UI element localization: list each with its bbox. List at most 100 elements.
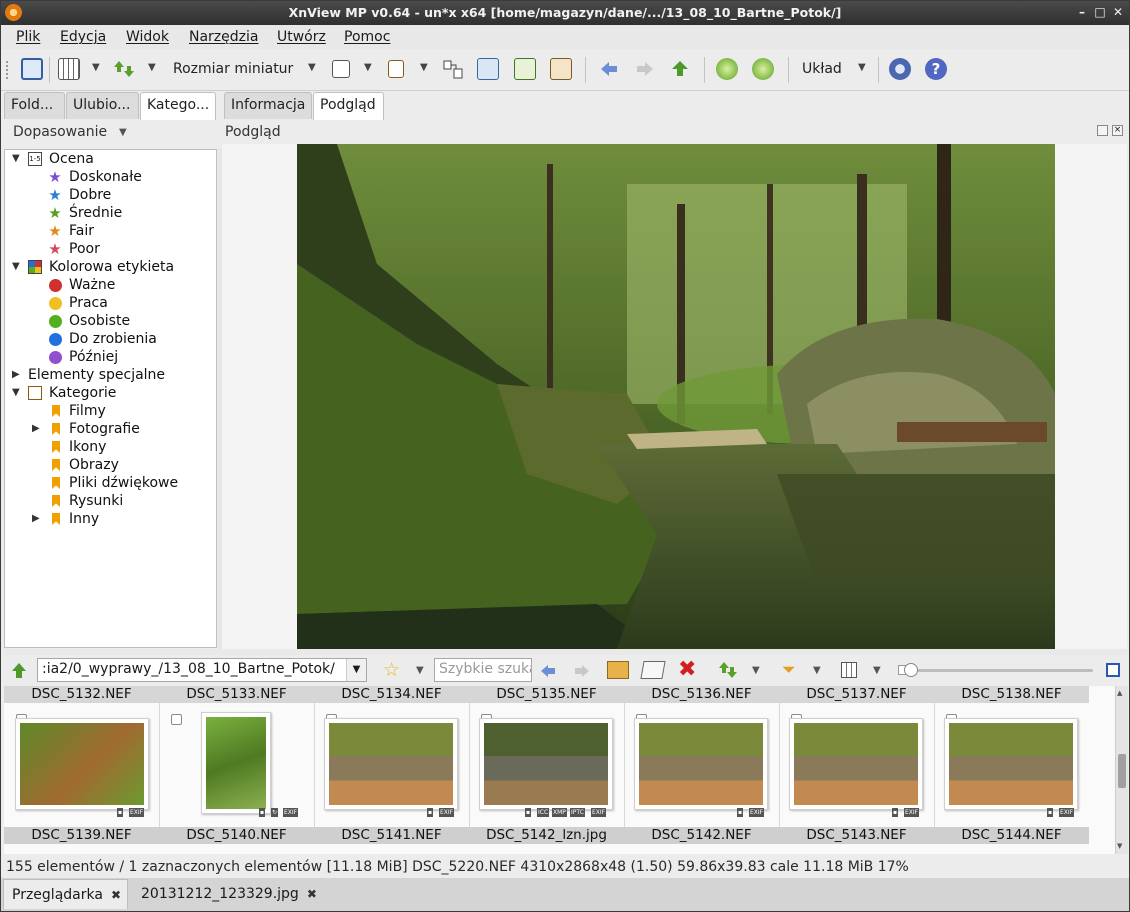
expand-arrow-icon[interactable]: ▼	[12, 387, 20, 398]
float-panel-icon[interactable]	[1097, 125, 1108, 136]
view-mode-icon[interactable]	[841, 662, 857, 678]
menu-widok[interactable]: Widok	[126, 29, 169, 45]
menu-edycja[interactable]: Edycja	[60, 29, 106, 45]
thumbnail-size-slider-handle[interactable]	[904, 663, 918, 677]
thumbnail-image[interactable]	[944, 718, 1078, 810]
new-folder-icon[interactable]	[607, 661, 629, 679]
tree-item-excellent[interactable]: Doskonałe	[69, 168, 142, 186]
rating-dropdown-arrow[interactable]: ▼	[364, 62, 372, 73]
tree-item-work[interactable]: Praca	[69, 294, 108, 312]
thumbnail-name[interactable]: DSC_5144.NEF	[934, 827, 1089, 844]
close-tab-icon[interactable]: ✖	[307, 887, 317, 901]
expand-arrow-icon[interactable]: ▼	[12, 261, 20, 272]
thumbnail-name[interactable]: DSC_5141.NEF	[314, 827, 469, 844]
previous-arrow-icon[interactable]	[598, 58, 620, 80]
scroll-up-arrow-icon[interactable]: ▲	[1117, 689, 1122, 697]
thumbnail-checkbox[interactable]	[171, 714, 182, 725]
rating-icon[interactable]	[332, 60, 350, 78]
large-thumb-icon[interactable]	[1106, 663, 1120, 677]
sort-icon[interactable]	[718, 660, 738, 684]
sort-dropdown-arrow[interactable]: ▼	[148, 62, 156, 73]
collapsed-arrow-icon[interactable]: ▶	[12, 369, 20, 380]
thumbnail-name[interactable]: DSC_5138.NEF	[934, 686, 1089, 703]
layout-label[interactable]: Układ	[802, 61, 842, 77]
horizontal-splitter[interactable]	[4, 649, 1129, 655]
collapsed-arrow-icon[interactable]: ▶	[32, 423, 40, 434]
capture-icon[interactable]	[477, 58, 499, 80]
minimize-button[interactable]: –	[1074, 4, 1090, 20]
thumbnail-name[interactable]: DSC_5134.NEF	[314, 686, 469, 703]
parent-folder-icon[interactable]	[669, 58, 691, 80]
view-mode-dropdown-arrow[interactable]: ▼	[873, 665, 881, 676]
tree-item-poor[interactable]: Poor	[69, 240, 100, 258]
convert-icon[interactable]	[514, 58, 536, 80]
tree-item-important[interactable]: Ważne	[69, 276, 115, 294]
fullscreen-icon[interactable]	[21, 58, 43, 80]
tree-item-categories[interactable]: Kategorie	[49, 384, 116, 402]
rotate-right-icon[interactable]	[752, 58, 774, 80]
delete-icon[interactable]: ✖	[678, 657, 696, 682]
tab-categories[interactable]: Katego...	[140, 92, 216, 120]
tab-favorites[interactable]: Ulubio...	[66, 92, 139, 119]
menu-pomoc[interactable]: Pomoc	[344, 29, 390, 45]
tree-item-photos[interactable]: Fotografie	[69, 420, 140, 438]
maximize-button[interactable]: □	[1092, 4, 1108, 20]
thumbnail-view-icon[interactable]	[58, 58, 80, 80]
thumbnail-name[interactable]: DSC_5140.NEF	[159, 827, 314, 844]
tree-item-later[interactable]: Później	[69, 348, 118, 366]
filter-icon[interactable]: ⏷	[782, 660, 796, 680]
up-folder-icon[interactable]	[10, 662, 28, 684]
favorite-star-icon[interactable]: ☆	[383, 659, 400, 681]
menu-plik[interactable]: Plik	[16, 29, 40, 45]
thumbnail-name[interactable]: DSC_5137.NEF	[779, 686, 934, 703]
compare-icon[interactable]	[442, 58, 464, 80]
tab-information[interactable]: Informacja	[224, 92, 312, 119]
thumbnail-name[interactable]: DSC_5136.NEF	[624, 686, 779, 703]
tree-item-average[interactable]: Średnie	[69, 204, 122, 222]
tree-item-drawings[interactable]: Rysunki	[69, 492, 123, 510]
back-arrow-icon[interactable]	[539, 662, 557, 684]
view-mode-dropdown-arrow[interactable]: ▼	[92, 62, 100, 73]
tree-item-audio[interactable]: Pliki dźwiękowe	[69, 474, 178, 492]
thumbnail-image[interactable]	[324, 718, 458, 810]
thumbnail-size-slider[interactable]	[911, 669, 1093, 672]
tab-browser[interactable]: Przeglądarka ✖	[3, 879, 128, 909]
layout-dropdown-arrow[interactable]: ▼	[858, 62, 866, 73]
rotate-left-icon[interactable]	[716, 58, 738, 80]
match-filter-label[interactable]: Dopasowanie	[13, 124, 107, 140]
tree-item-images[interactable]: Obrazy	[69, 456, 119, 474]
thumbnail-name[interactable]: DSC_5142_lzn.jpg	[469, 827, 624, 844]
tree-item-fair[interactable]: Fair	[69, 222, 94, 240]
thumbnail-name[interactable]: DSC_5139.NEF	[4, 827, 159, 844]
tab-folders[interactable]: Fold...	[4, 92, 65, 119]
close-tab-icon[interactable]: ✖	[111, 888, 121, 902]
favorite-dropdown-arrow[interactable]: ▼	[416, 665, 424, 676]
menu-narzedzia[interactable]: Narzędzia	[189, 29, 258, 45]
thumbnail-scrollbar[interactable]: ▲ ▼	[1115, 686, 1128, 854]
path-dropdown-arrow[interactable]: ▼	[346, 659, 366, 681]
quick-search-input[interactable]: Szybkie szukanie	[434, 658, 532, 682]
menu-utworz[interactable]: Utwórz	[277, 29, 326, 45]
tab-preview[interactable]: Podgląd	[313, 92, 384, 120]
thumbnail-size-dropdown-arrow[interactable]: ▼	[308, 62, 316, 73]
sort-icon[interactable]	[113, 58, 135, 80]
thumbnail-name[interactable]: DSC_5133.NEF	[159, 686, 314, 703]
tree-item-other[interactable]: Inny	[69, 510, 99, 528]
close-window-button[interactable]: ✕	[1110, 4, 1126, 20]
sort-dropdown-arrow[interactable]: ▼	[752, 665, 760, 676]
category-dropdown-arrow[interactable]: ▼	[420, 62, 428, 73]
thumbnail-name[interactable]: DSC_5142.NEF	[624, 827, 779, 844]
thumbnail-image[interactable]	[634, 718, 768, 810]
tree-item-movies[interactable]: Filmy	[69, 402, 106, 420]
scroll-down-arrow-icon[interactable]: ▼	[1117, 842, 1122, 850]
toolbar-grip[interactable]	[6, 61, 9, 79]
expand-arrow-icon[interactable]: ▼	[12, 153, 20, 164]
category-tag-icon[interactable]	[388, 60, 404, 78]
gear-icon[interactable]	[889, 58, 911, 80]
batch-rename-icon[interactable]	[550, 58, 572, 80]
thumbnail-image[interactable]	[201, 712, 271, 814]
tree-item-icons[interactable]: Ikony	[69, 438, 106, 456]
tree-item-todo[interactable]: Do zrobienia	[69, 330, 157, 348]
thumbnail-name[interactable]: DSC_5143.NEF	[779, 827, 934, 844]
close-panel-icon[interactable]: ×	[1112, 125, 1123, 136]
